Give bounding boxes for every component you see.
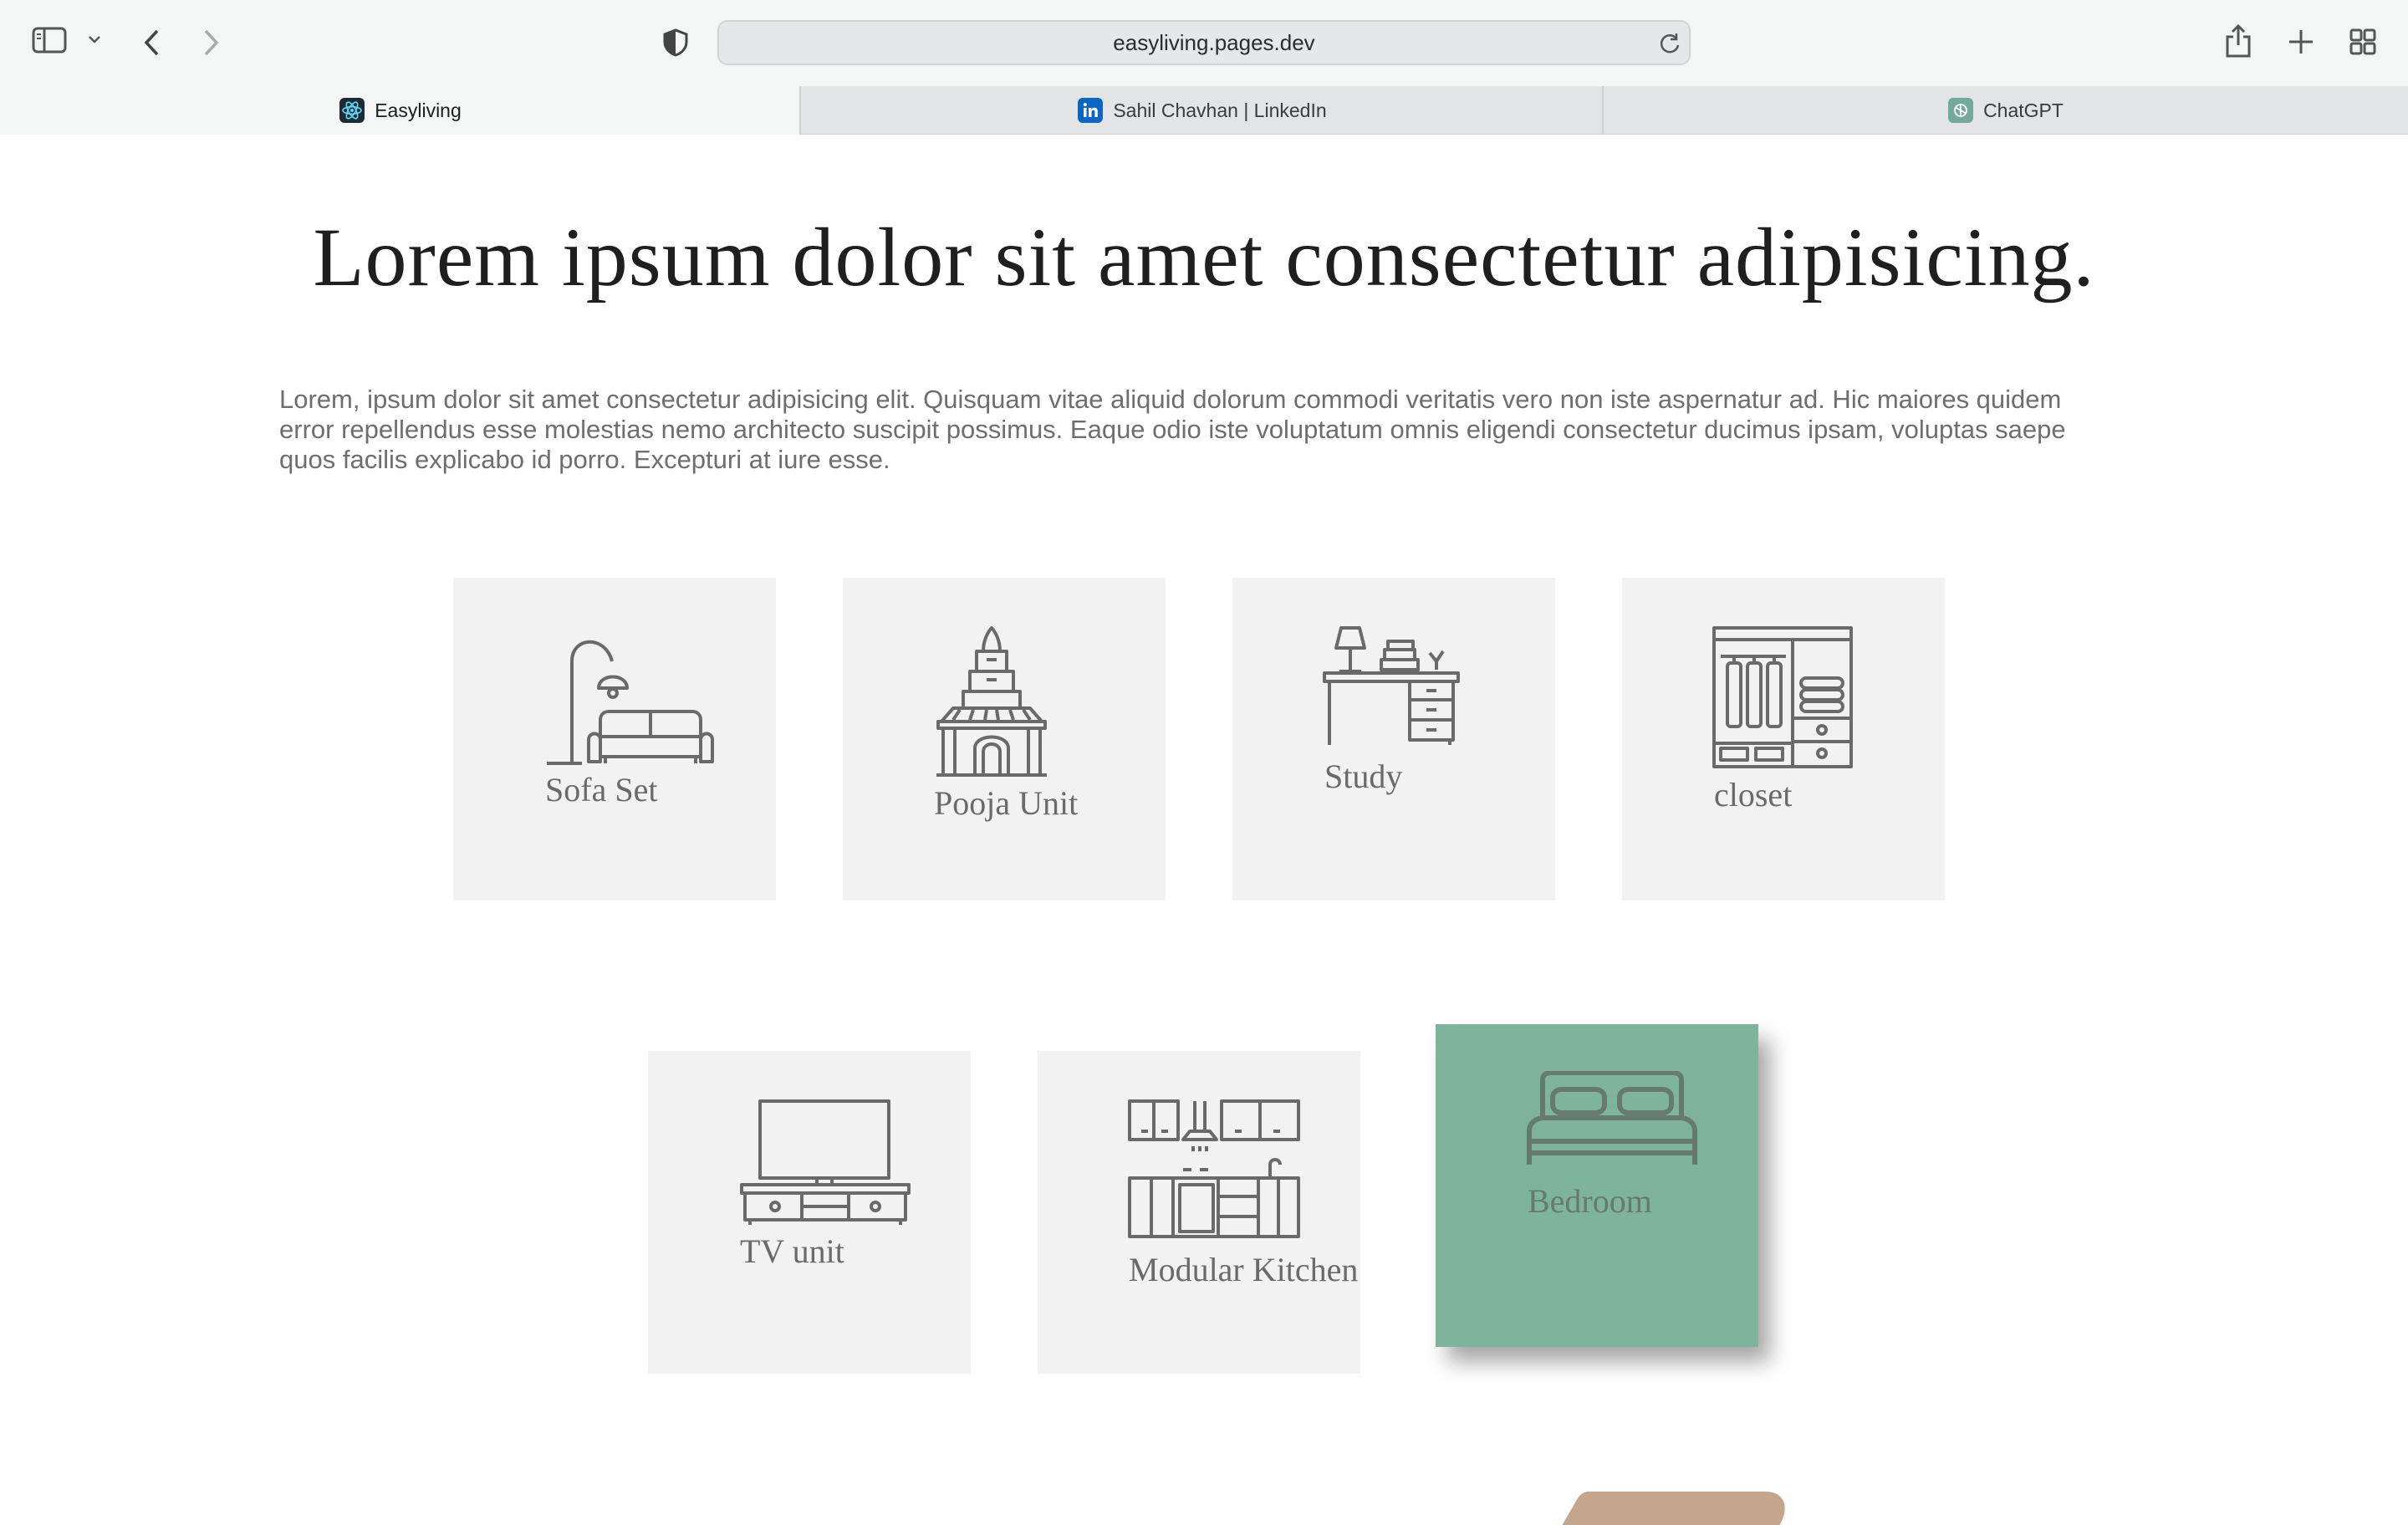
intro-paragraph: Lorem, ipsum dolor sit amet consectetur …	[279, 385, 2066, 474]
category-card-tv-unit[interactable]: TV unit	[648, 1051, 971, 1374]
category-card-pooja-unit[interactable]: Pooja Unit	[843, 578, 1166, 900]
url-text: easyliving.pages.dev	[1113, 30, 1315, 55]
category-card-bedroom[interactable]: Bedroom	[1436, 1024, 1758, 1347]
tab-overview-icon[interactable]	[2349, 28, 2376, 55]
card-label: Modular Kitchen	[1129, 1251, 1359, 1288]
card-label: closet	[1714, 776, 1793, 814]
wardrobe-icon	[1712, 626, 1853, 768]
tab-chatgpt[interactable]: ChatGPT	[1604, 86, 2408, 135]
card-label: Sofa Set	[545, 771, 658, 808]
bed-icon	[1527, 1071, 1697, 1165]
card-label: Study	[1324, 757, 1403, 795]
tab-label: Easyliving	[375, 99, 462, 121]
card-label: Bedroom	[1528, 1182, 1652, 1220]
tv-unit-icon	[740, 1099, 911, 1225]
category-card-closet[interactable]: closet	[1622, 578, 1945, 900]
card-label: Pooja Unit	[934, 784, 1079, 822]
forward-icon[interactable]	[201, 28, 221, 57]
category-card-modular-kitchen[interactable]: Modular Kitchen	[1038, 1051, 1360, 1374]
react-icon	[339, 98, 365, 123]
category-card-study[interactable]: Study	[1232, 578, 1555, 900]
privacy-shield-icon[interactable]	[662, 28, 689, 57]
sidebar-toggle-icon[interactable]	[32, 27, 67, 54]
share-icon[interactable]	[2224, 23, 2252, 59]
browser-toolbar: easyliving.pages.dev	[0, 0, 2408, 86]
back-icon[interactable]	[142, 28, 162, 57]
reload-icon[interactable]	[1659, 32, 1681, 59]
tab-easyliving[interactable]: Easyliving	[0, 86, 801, 135]
sofa-lamp-icon	[547, 640, 714, 765]
chatgpt-icon	[1948, 98, 1974, 123]
linkedin-icon	[1078, 98, 1104, 123]
temple-icon	[936, 626, 1047, 777]
page-title: Lorem ipsum dolor sit amet consectetur a…	[313, 211, 2095, 303]
new-tab-icon[interactable]	[2288, 28, 2314, 55]
tab-bar: Easyliving Sahil Chavhan | LinkedIn Chat…	[0, 86, 2408, 135]
tab-label: Sahil Chavhan | LinkedIn	[1113, 99, 1327, 121]
address-bar[interactable]: easyliving.pages.dev	[717, 20, 1691, 65]
tab-linkedin[interactable]: Sahil Chavhan | LinkedIn	[801, 86, 1604, 135]
desk-icon	[1323, 626, 1460, 745]
card-label: TV unit	[740, 1232, 844, 1270]
tab-label: ChatGPT	[1983, 99, 2064, 121]
kitchen-icon	[1128, 1099, 1300, 1238]
chevron-down-icon[interactable]	[87, 33, 102, 45]
category-card-sofa-set[interactable]: Sofa Set	[453, 578, 776, 900]
partial-image-edge	[1562, 1492, 1799, 1525]
